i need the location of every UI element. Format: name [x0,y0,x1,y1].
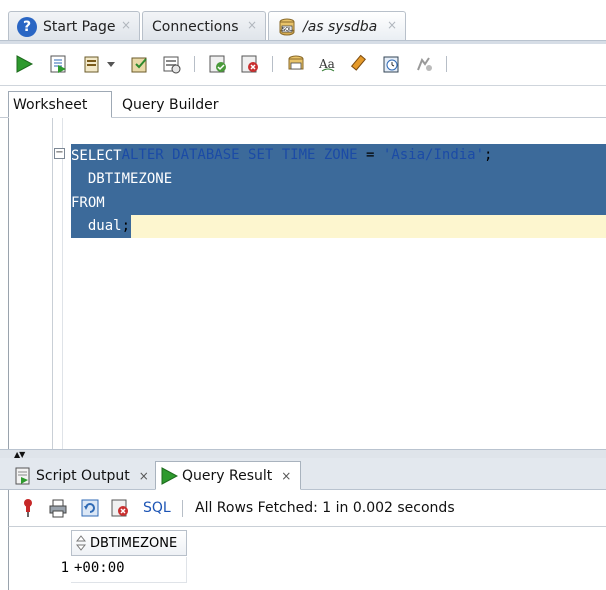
code-line: FROM [71,194,105,211]
sql-history-icon[interactable] [380,52,404,76]
sql-database-icon: SQL [277,17,297,37]
table-cell[interactable]: +00:00 [71,557,187,583]
toolbar-separator [182,500,183,517]
toolbar-separator [194,56,195,72]
result-grid: DBTIMEZONE 1 +00:00 [8,527,606,590]
close-icon[interactable]: × [247,18,257,32]
tab-sysdba-worksheet[interactable]: SQL /as sysdba × [268,11,406,42]
code-line: DBTIMEZONE [71,171,173,187]
unshared-sql-icon[interactable] [284,52,308,76]
selected-text: dual [71,218,122,234]
result-toolbar: SQL All Rows Fetched: 1 in 0.002 seconds [8,490,606,527]
gutter-divider [52,118,53,449]
run-script-icon[interactable] [46,52,70,76]
svg-text:SQL: SQL [282,27,292,33]
tab-query-result[interactable]: Query Result × [155,461,301,490]
explain-plan-icon[interactable] [412,52,436,76]
worksheet-toolbar: Aa [0,44,606,86]
code-text: ALTER DATABASE SET TIME ZONE = 'Asia/Ind… [71,121,492,239]
column-header-label: DBTIMEZONE [90,535,178,551]
refresh-icon[interactable] [79,497,101,519]
code-line: SELECT [71,147,122,164]
tab-label: Query Builder [122,96,219,113]
fold-divider [62,118,63,449]
close-icon[interactable]: × [121,18,131,32]
delete-sql-icon[interactable] [109,497,131,519]
help-circle-icon: ? [17,16,37,37]
tab-connections[interactable]: Connections × [142,11,266,41]
line-gutter [9,118,63,449]
terminator: ; [121,218,131,234]
toolbar-separator [446,56,447,72]
rollback-icon[interactable] [160,52,184,76]
document-tab-strip: ? Start Page × Connections × SQL /as sys… [0,0,606,44]
to-upper-lower-icon[interactable]: Aa [316,52,340,76]
code-line: ALTER DATABASE SET TIME ZONE = 'Asia/Ind… [71,121,493,163]
fetch-status-text: All Rows Fetched: 1 in 0.002 seconds [195,500,455,516]
tab-label: Connections [152,18,239,35]
column-header[interactable]: DBTIMEZONE [71,530,187,556]
tab-script-output[interactable]: Script Output × [10,461,152,490]
tab-label: Script Output [36,467,130,484]
pin-icon[interactable] [17,497,39,519]
sql-editor[interactable]: − ALTER DATABASE SET TIME ZONE = 'Asia/I… [8,118,606,449]
worksheet-subtabs: Worksheet Query Builder [0,87,606,118]
run-statement-icon[interactable] [12,52,36,76]
output-tab-strip: Script Output × Query Result × [0,458,606,490]
tab-label: Query Result [182,467,273,484]
tab-worksheet[interactable]: Worksheet [8,91,112,118]
fold-collapse-icon[interactable]: − [54,148,65,159]
commit-icon[interactable] [128,52,152,76]
tab-start-page[interactable]: ? Start Page × [8,11,140,41]
sql-tuning-icon[interactable] [238,52,262,76]
tab-label: /as sysdba [303,19,378,35]
autotrace-icon[interactable] [80,52,104,76]
row-number: 1 [60,560,69,576]
script-output-icon [14,467,32,485]
clear-eraser-icon[interactable] [348,52,372,76]
run-triangle-icon [160,466,179,485]
chevron-down-icon[interactable] [104,52,118,76]
tab-label: Worksheet [13,96,88,113]
toolbar-separator [272,56,273,72]
sort-icon[interactable] [75,535,87,551]
sql-link[interactable]: SQL [143,500,171,516]
panel-splitter[interactable]: ▲▼ [0,449,606,459]
cancel-icon[interactable] [206,52,230,76]
tab-query-builder[interactable]: Query Builder [114,91,227,118]
close-icon[interactable]: × [281,469,291,483]
close-icon[interactable]: × [387,18,397,32]
tab-label: Start Page [43,18,116,35]
print-icon[interactable] [47,497,69,519]
close-icon[interactable]: × [139,469,149,483]
code-line: dual; [71,215,492,239]
